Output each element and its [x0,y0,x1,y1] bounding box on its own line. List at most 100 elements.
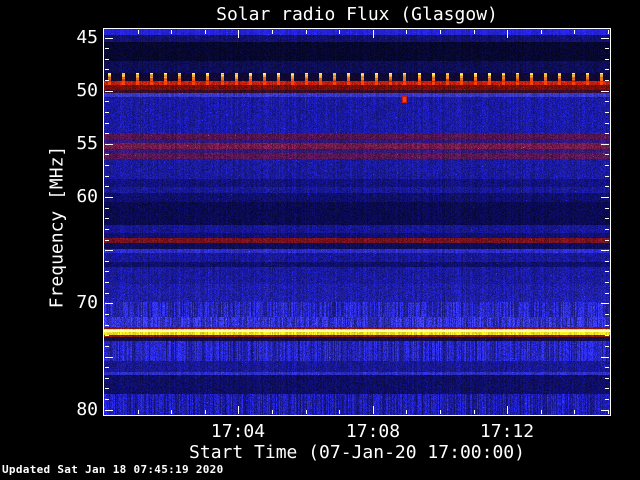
axis-tick [306,410,307,414]
axis-tick [574,410,575,414]
axis-tick [105,197,113,198]
axis-tick [105,229,109,230]
x-tick-label: 17:12 [479,421,535,442]
axis-tick [105,144,113,145]
axis-tick [105,91,113,92]
axis-tick [507,406,508,414]
y-tick-label: 45 [76,27,98,48]
axis-tick [605,399,609,400]
axis-tick [105,282,109,283]
axis-tick [605,69,609,70]
axis-tick [605,133,609,134]
axis-tick [605,240,609,241]
updated-timestamp: Updated Sat Jan 18 07:45:19 2020 [2,463,224,476]
axis-tick [605,101,609,102]
axis-tick [105,101,109,102]
axis-tick [605,208,609,209]
axis-tick [105,271,109,272]
axis-tick [105,38,113,39]
axis-tick [601,357,609,358]
axis-tick [105,80,109,81]
axis-tick [105,293,109,294]
axis-tick [605,59,609,60]
axis-tick [608,30,609,34]
axis-tick [205,410,206,414]
axis-tick [238,30,239,38]
x-tick-label: 17:04 [210,421,266,442]
axis-tick [306,30,307,34]
axis-tick [105,357,113,358]
axis-tick [406,30,407,34]
axis-tick [605,378,609,379]
y-axis-label: Frequency [MHz] [46,145,68,309]
axis-tick [105,388,109,389]
axis-tick [601,91,609,92]
axis-tick [171,410,172,414]
axis-tick [105,335,109,336]
axis-tick [105,208,109,209]
y-tick-label: 50 [76,80,98,101]
axis-tick [105,261,109,262]
axis-tick [105,250,113,251]
axis-tick [138,30,139,34]
axis-tick [605,165,609,166]
axis-tick [605,154,609,155]
axis-tick [605,367,609,368]
axis-tick [605,346,609,347]
axis-tick [339,410,340,414]
axis-tick [605,335,609,336]
axis-tick [474,410,475,414]
axis-tick [373,406,374,414]
axis-tick [105,154,109,155]
axis-tick [541,410,542,414]
axis-tick [440,30,441,34]
axis-tick [105,176,109,177]
axis-tick [605,325,609,326]
x-axis-label: Start Time (07-Jan-20 17:00:00) [189,442,525,463]
axis-tick [171,30,172,34]
axis-tick [605,176,609,177]
axis-tick [601,197,609,198]
axis-tick [272,410,273,414]
axis-tick [507,30,508,38]
axis-tick [105,48,109,49]
axis-tick [105,186,109,187]
axis-tick [601,144,609,145]
axis-tick [105,112,109,113]
axis-tick [105,325,109,326]
axis-tick [605,388,609,389]
axis-tick [105,303,113,304]
axis-tick [605,229,609,230]
axis-tick [474,30,475,34]
axis-tick [138,410,139,414]
axis-tick [105,218,109,219]
axis-tick [601,250,609,251]
solar-radio-spectrogram: Solar radio Flux (Glasgow) 45 50 55 60 70 80 1… [0,0,640,480]
axis-tick [605,282,609,283]
axis-tick [105,346,109,347]
spectrogram-canvas [104,29,610,415]
axis-tick [105,314,109,315]
axis-tick [541,30,542,34]
axis-tick [205,30,206,34]
axis-tick [605,271,609,272]
axis-tick [605,123,609,124]
axis-tick [605,112,609,113]
axis-tick [406,410,407,414]
axis-tick [605,80,609,81]
axis-tick [105,378,109,379]
axis-tick [373,30,374,38]
axis-tick [601,303,609,304]
axis-tick [272,30,273,34]
axis-tick [574,30,575,34]
axis-tick [105,69,109,70]
axis-tick [605,48,609,49]
axis-tick [105,123,109,124]
axis-tick [105,165,109,166]
axis-tick [605,293,609,294]
axis-tick [238,406,239,414]
axis-tick [105,59,109,60]
axis-tick [105,367,109,368]
axis-tick [105,133,109,134]
x-tick-label: 17:08 [345,421,401,442]
